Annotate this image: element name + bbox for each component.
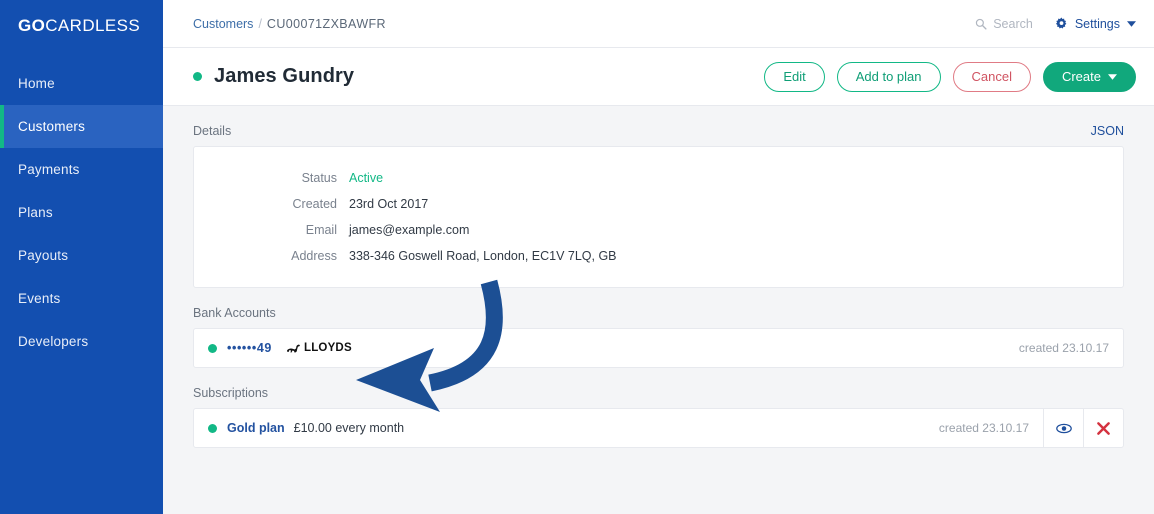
- create-button-label: Create: [1061, 69, 1101, 84]
- details-label: Address: [291, 249, 337, 263]
- details-card: Status Active Created 23rd Oct 2017 Emai…: [193, 146, 1124, 288]
- sidebar-item-events[interactable]: Events: [0, 277, 163, 320]
- lloyds-horse-icon: [286, 343, 301, 354]
- details-row-email: Email james@example.com: [194, 217, 1101, 243]
- header-actions: Edit Add to plan Cancel Create: [764, 61, 1136, 92]
- add-to-plan-button-label: Add to plan: [855, 69, 922, 84]
- customer-header: James Gundry Edit Add to plan Cancel Cre…: [163, 48, 1154, 106]
- eye-icon: [1055, 423, 1072, 434]
- view-subscription-button[interactable]: [1043, 408, 1083, 448]
- edit-button[interactable]: Edit: [764, 61, 825, 92]
- top-bar: Customers / CU00071ZXBAWFR Search Settin…: [163, 0, 1154, 48]
- details-value-created: 23rd Oct 2017: [349, 197, 429, 211]
- bank-account-number: ••••••49: [227, 341, 272, 355]
- sidebar-item-home[interactable]: Home: [0, 62, 163, 105]
- search-button[interactable]: Search: [975, 17, 1033, 31]
- details-row-created: Created 23rd Oct 2017: [194, 191, 1101, 217]
- subscriptions-row[interactable]: Gold plan £10.00 every month created 23.…: [193, 408, 1124, 448]
- status-dot-active: [208, 343, 217, 353]
- search-label: Search: [993, 16, 1033, 31]
- sidebar: GOCARDLESS Home Customers Payments Plans…: [0, 0, 163, 514]
- brand-logo-cardless: CARDLESS: [45, 16, 141, 35]
- details-row-address: Address 338-346 Goswell Road, London, EC…: [194, 243, 1101, 269]
- details-row-status: Status Active: [194, 165, 1101, 191]
- breadcrumb-customers-link[interactable]: Customers: [193, 17, 253, 31]
- settings-menu-button[interactable]: Settings: [1055, 17, 1136, 31]
- sidebar-item-payments[interactable]: Payments: [0, 148, 163, 191]
- breadcrumb: Customers / CU00071ZXBAWFR: [193, 17, 386, 31]
- chevron-down-icon: [1108, 73, 1117, 80]
- plan-name-link[interactable]: Gold plan: [227, 421, 285, 435]
- edit-button-label: Edit: [783, 69, 806, 84]
- close-x-icon: [1097, 421, 1110, 435]
- app-root: GOCARDLESS Home Customers Payments Plans…: [0, 0, 1154, 514]
- cancel-button[interactable]: Cancel: [952, 61, 1031, 92]
- details-section-head: Details JSON: [193, 124, 1124, 138]
- subscription-description: £10.00 every month: [293, 421, 405, 435]
- details-value-address: 338-346 Goswell Road, London, EC1V 7LQ, …: [349, 249, 617, 263]
- subscription-row-actions: [1043, 408, 1123, 448]
- brand-logo[interactable]: GOCARDLESS: [0, 0, 163, 36]
- bank-accounts-section-title: Bank Accounts: [193, 306, 276, 320]
- bank-account-created: created 23.10.17: [1018, 341, 1109, 355]
- details-value-email: james@example.com: [349, 223, 470, 237]
- bank-accounts-row[interactable]: ••••••49 LLOYDS created 23.10.17: [193, 328, 1124, 368]
- details-label: Email: [305, 223, 337, 237]
- subscriptions-section-head: Subscriptions: [193, 386, 1124, 400]
- details-section-title: Details: [193, 124, 232, 138]
- sidebar-nav: Home Customers Payments Plans Payouts Ev…: [0, 62, 163, 363]
- gear-icon: [1055, 17, 1068, 30]
- search-icon: [975, 18, 987, 30]
- details-value-status: Active: [349, 171, 384, 185]
- breadcrumb-separator: /: [258, 16, 262, 31]
- status-dot-active: [193, 72, 202, 81]
- bank-logo: LLOYDS: [286, 342, 352, 354]
- cancel-button-label: Cancel: [971, 69, 1012, 84]
- page-title: James Gundry: [214, 65, 355, 87]
- breadcrumb-customer-id: CU00071ZXBAWFR: [266, 16, 386, 31]
- sidebar-item-label: Events: [18, 291, 61, 306]
- content-area: Details JSON Status Active Created 23rd …: [163, 106, 1154, 514]
- sidebar-item-developers[interactable]: Developers: [0, 320, 163, 363]
- json-link[interactable]: JSON: [1091, 124, 1124, 138]
- status-dot-active: [208, 423, 217, 433]
- sidebar-item-label: Home: [18, 76, 55, 91]
- sidebar-item-label: Customers: [18, 119, 86, 134]
- bank-name-label: LLOYDS: [303, 342, 352, 354]
- add-to-plan-button[interactable]: Add to plan: [836, 61, 941, 92]
- details-label: Created: [292, 197, 337, 211]
- sidebar-item-label: Plans: [18, 205, 53, 220]
- sidebar-item-label: Payments: [18, 162, 80, 177]
- cancel-subscription-button[interactable]: [1083, 408, 1123, 448]
- create-button[interactable]: Create: [1042, 61, 1136, 92]
- top-bar-right: Search Settings: [975, 17, 1136, 31]
- sidebar-item-label: Developers: [18, 334, 89, 349]
- sidebar-item-plans[interactable]: Plans: [0, 191, 163, 234]
- bank-accounts-section-head: Bank Accounts: [193, 306, 1124, 320]
- settings-label: Settings: [1074, 16, 1120, 31]
- main-area: Customers / CU00071ZXBAWFR Search Settin…: [163, 0, 1154, 514]
- sidebar-item-customers[interactable]: Customers: [0, 105, 163, 148]
- brand-logo-go: GO: [18, 16, 46, 35]
- sidebar-item-payouts[interactable]: Payouts: [0, 234, 163, 277]
- sidebar-item-label: Payouts: [18, 248, 69, 263]
- subscription-created: created 23.10.17: [938, 421, 1029, 435]
- subscriptions-section-title: Subscriptions: [193, 386, 269, 400]
- chevron-down-icon: [1127, 20, 1136, 27]
- details-label: Status: [301, 171, 337, 185]
